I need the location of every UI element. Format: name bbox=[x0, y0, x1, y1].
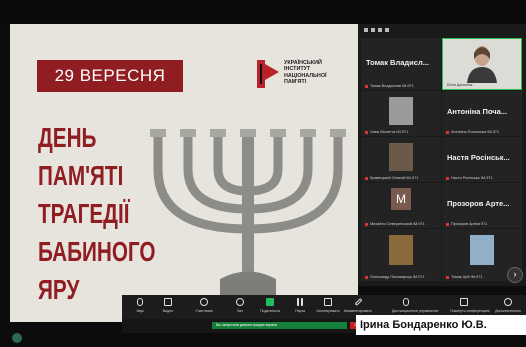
grid-icon[interactable] bbox=[371, 28, 375, 32]
video-tile[interactable]: Прозоров Арте... Прозоров Артем 971 bbox=[442, 183, 522, 228]
annotate-button[interactable]: Аннотировать bbox=[314, 295, 342, 319]
mic-muted-icon bbox=[446, 176, 449, 180]
participants-icon bbox=[200, 298, 208, 306]
share-screen-button[interactable]: Поделиться bbox=[256, 295, 284, 319]
mic-muted-icon bbox=[446, 222, 449, 226]
video-tile[interactable]: Томак Владисл... Томак Владислав ІМ-971 bbox=[361, 38, 441, 90]
participants-panel: Томак Владисл... Томак Владислав ІМ-971 … bbox=[358, 24, 526, 286]
annotate-icon bbox=[324, 298, 332, 306]
chat-icon bbox=[236, 298, 244, 306]
video-tile[interactable]: М Михайло Северинський ІМ-971 bbox=[361, 183, 441, 228]
avatar: М bbox=[391, 188, 411, 210]
mic-muted-icon bbox=[365, 130, 368, 134]
institute-logo-text: УКРАЇНСЬКИЙ ІНСТИТУТ НАЦІОНАЛЬНОЇ ПАМ'ЯТ… bbox=[284, 60, 327, 85]
video-tile[interactable]: Настя Росінськ... Настя Росінська ІМ-971 bbox=[442, 137, 522, 182]
layout-icon[interactable] bbox=[364, 28, 368, 32]
mic-muted-icon bbox=[446, 275, 449, 279]
video-button[interactable]: Видео bbox=[154, 295, 182, 319]
institute-logo-icon bbox=[257, 60, 279, 88]
video-tile[interactable]: Олександр Пальмарчук ІМ-971 bbox=[361, 229, 441, 281]
participant-photo bbox=[470, 235, 494, 265]
participant-photo bbox=[389, 235, 413, 265]
camera-icon bbox=[164, 298, 172, 306]
next-page-button[interactable]: › bbox=[507, 267, 523, 283]
video-tile[interactable]: Чаюк Віолетта ІМ-971 bbox=[361, 91, 441, 136]
options-icon[interactable] bbox=[385, 28, 389, 32]
mic-muted-icon bbox=[365, 176, 368, 180]
mic-muted-icon bbox=[446, 130, 449, 134]
share-icon bbox=[266, 298, 274, 306]
app-icon[interactable] bbox=[12, 333, 22, 343]
active-speaker-tile[interactable]: Юлія Данилюк bbox=[442, 38, 522, 90]
mic-muted-icon bbox=[365, 222, 368, 226]
microphone-icon bbox=[137, 298, 143, 306]
presentation-slide: 29 ВЕРЕСНЯ УКРАЇНСЬКИЙ ІНСТИТУТ НАЦІОНАЛ… bbox=[10, 24, 358, 322]
pause-icon bbox=[297, 298, 303, 306]
presenter-name: Ірина Бондаренко Ю.В. bbox=[356, 315, 526, 335]
mic-muted-icon bbox=[365, 275, 368, 279]
speaker-avatar bbox=[467, 46, 497, 83]
pause-button[interactable]: Пауза bbox=[286, 295, 314, 319]
participants-button[interactable]: Участники bbox=[190, 295, 218, 319]
video-tile[interactable]: Кравецький Олексій ІМ-971 bbox=[361, 137, 441, 182]
menorah-image bbox=[150, 129, 346, 322]
chat-button[interactable]: Чат bbox=[226, 295, 254, 319]
audio-button[interactable]: Звук bbox=[126, 295, 154, 319]
leave-icon bbox=[460, 298, 468, 306]
participant-photo bbox=[389, 97, 413, 125]
panel-header bbox=[358, 24, 526, 38]
mic-muted-icon bbox=[365, 84, 368, 88]
top-bar bbox=[0, 0, 526, 24]
comment-icon bbox=[354, 298, 363, 306]
participant-photo bbox=[389, 143, 413, 171]
video-tile[interactable]: Антоніна Поча... Антоніна Почапська ІМ-9… bbox=[442, 91, 522, 136]
more-icon bbox=[504, 298, 512, 306]
screen: 29 ВЕРЕСНЯ УКРАЇНСЬКИЙ ІНСТИТУТ НАЦІОНАЛ… bbox=[0, 0, 526, 347]
view-icon[interactable] bbox=[378, 28, 382, 32]
remote-control-icon bbox=[403, 298, 409, 306]
sharing-status: Вы запустили демонстрацию экрана bbox=[212, 322, 347, 329]
date-banner: 29 ВЕРЕСНЯ bbox=[37, 60, 183, 92]
